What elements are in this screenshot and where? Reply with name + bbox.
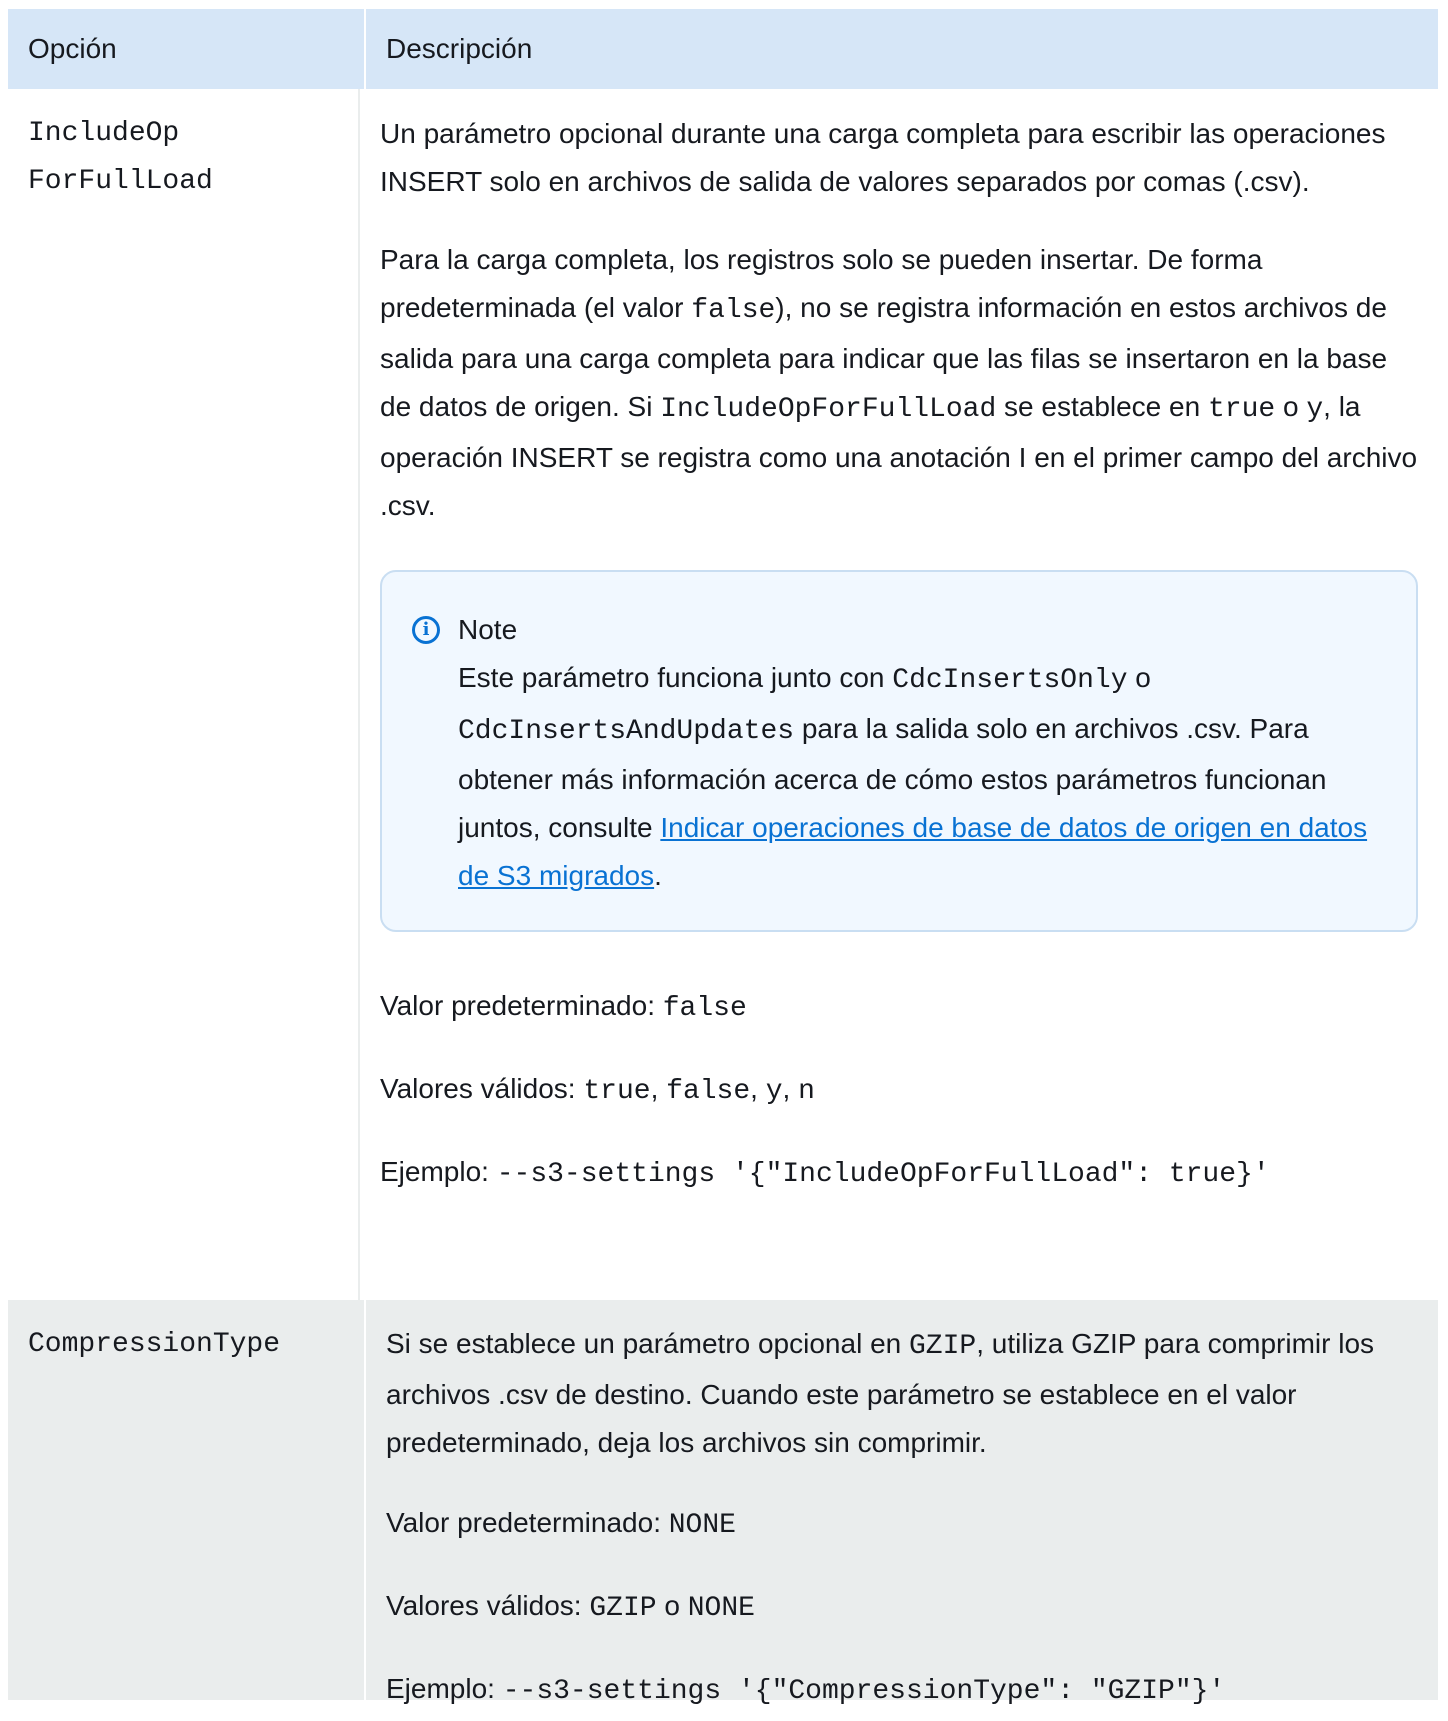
- table-header: Opción Descripción: [8, 9, 1438, 89]
- table-row: CompressionType Si se establece un parám…: [8, 1300, 1438, 1707]
- option-name: IncludeOp ForFullLoad: [28, 118, 213, 197]
- default-value: Valor predeterminado: false: [380, 990, 747, 1024]
- note-title: i Note: [412, 606, 1386, 654]
- option-cell: IncludeOp ForFullLoad: [8, 89, 360, 1300]
- description-paragraph: Si se establece un parámetro opcional en…: [386, 1328, 1375, 1458]
- info-circle-icon: i: [412, 616, 440, 644]
- option-cell: CompressionType: [8, 1300, 366, 1700]
- example: Ejemplo: --s3-settings '{"CompressionTyp…: [386, 1673, 1226, 1707]
- note-body: Este parámetro funciona junto con CdcIns…: [458, 662, 1368, 891]
- option-name: CompressionType: [28, 1329, 281, 1360]
- description-cell: Un parámetro opcional durante una carga …: [360, 89, 1438, 1300]
- note-box: i Note Este parámetro funciona junto con…: [380, 570, 1418, 932]
- header-option: Opción: [8, 9, 366, 89]
- description-paragraph: Un parámetro opcional durante una carga …: [380, 118, 1386, 197]
- default-value: Valor predeterminado: NONE: [386, 1507, 736, 1541]
- header-description: Descripción: [386, 33, 533, 64]
- options-table: Opción Descripción IncludeOp ForFullLoad…: [8, 9, 1438, 1707]
- description-paragraph: Para la carga completa, los registros so…: [380, 244, 1418, 521]
- table-row: IncludeOp ForFullLoad Un parámetro opcio…: [8, 89, 1438, 1300]
- example: Ejemplo: --s3-settings '{"IncludeOpForFu…: [380, 1156, 1270, 1190]
- valid-values: Valores válidos: GZIP o NONE: [386, 1590, 755, 1624]
- valid-values: Valores válidos: true, false, y, n: [380, 1073, 815, 1107]
- description-cell: Si se establece un parámetro opcional en…: [366, 1300, 1438, 1707]
